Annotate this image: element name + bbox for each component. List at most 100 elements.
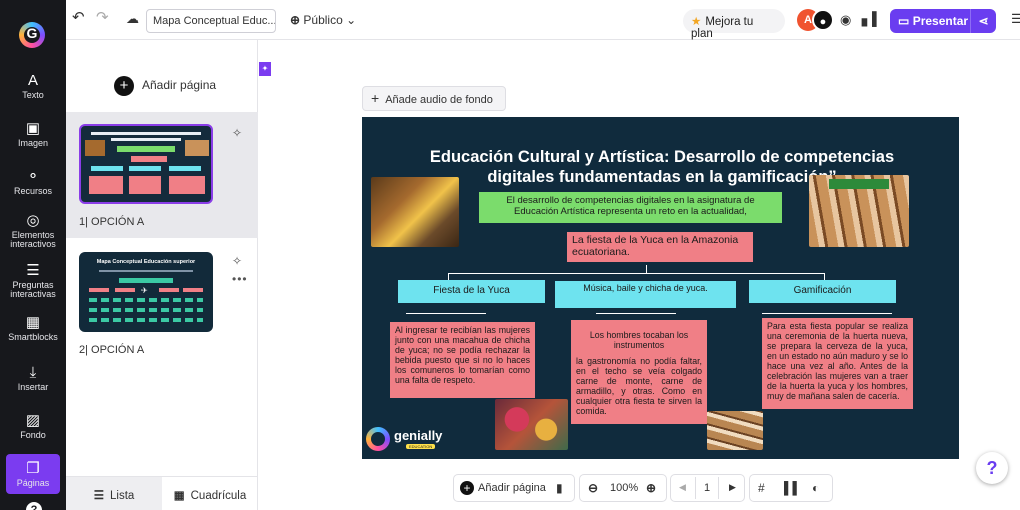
add-audio-button[interactable]: + Añade audio de fondo (362, 86, 506, 111)
rail-item-label: Smartblocks (8, 332, 58, 342)
genially-watermark-logo: genially EDUCATION (366, 427, 451, 453)
branch-text-3[interactable]: Para esta fiesta popular se realiza una … (762, 318, 913, 409)
help-icon[interactable]: ? (26, 502, 42, 510)
smartblocks-icon: ▦ (25, 314, 41, 331)
genially-logo[interactable]: G (19, 22, 45, 48)
plus-icon[interactable]: + (460, 481, 474, 495)
zoom-level[interactable]: 100% (610, 482, 638, 494)
logo-subtext: EDUCATION (406, 444, 436, 449)
view-tools-group: # ▌▌ ◐ (749, 474, 833, 502)
palette-icon[interactable]: ◐ (812, 481, 819, 495)
magic-wand-icon[interactable]: ✧ (232, 254, 242, 268)
sparkle-flag-icon[interactable]: ✦ (259, 62, 271, 76)
more-options-icon[interactable]: ••• (232, 272, 248, 286)
branch-fiesta-de-la-yuca[interactable]: Fiesta de la Yuca (398, 280, 545, 303)
visibility-dropdown[interactable]: ⊕ Público ⌄ (290, 13, 356, 27)
interactive-elements-icon: ◎ (26, 212, 40, 229)
text-icon: A (27, 72, 38, 89)
rail-item-texto[interactable]: A Texto (0, 72, 66, 100)
top-bar: ↶ ↷ ☁ Mapa Conceptual Educ... ⊕ Público … (66, 0, 1020, 40)
intro-box[interactable]: El desarrollo de competencias digitales … (479, 192, 782, 223)
branch-body: la gastronomía no podía faltar, en el te… (576, 356, 702, 416)
rail-item-label: Insertar (17, 382, 49, 392)
rail-item-fondo[interactable]: ▨ Fondo (0, 412, 66, 440)
present-button[interactable]: ▭ Presentar ⋖ (890, 9, 996, 33)
list-icon: ☰ (93, 490, 104, 502)
present-label: Presentar (912, 14, 969, 28)
insert-icon: ⤓ (29, 364, 37, 381)
list-view-label: Lista (110, 490, 135, 502)
page-thumbnail-1[interactable]: ✧ 1| OPCIÓN A (66, 112, 258, 238)
fiesta-crowd-photo[interactable] (495, 399, 568, 450)
add-page-button[interactable]: + Añadir página (114, 76, 216, 96)
preview-eye-icon[interactable]: ◉ (840, 12, 851, 28)
magic-wand-icon[interactable]: ✧ (232, 126, 242, 140)
visibility-label: Público (303, 13, 343, 27)
undo-icon[interactable]: ↶ (72, 8, 85, 26)
grid-view-label: Cuadrícula (190, 490, 247, 502)
branch-text-1[interactable]: Al ingresar te recibían las mujeres junt… (390, 322, 535, 398)
rail-item-label: Elementos interactivos (10, 230, 56, 249)
menu-icon[interactable]: ☰ (1011, 11, 1020, 27)
page-label: 2| OPCIÓN A (79, 344, 145, 356)
rail-item-preguntas-interactivas[interactable]: ☰ Preguntas interactivas (0, 262, 66, 299)
share-icon[interactable]: ⋖ (970, 9, 996, 33)
left-rail: G A Texto ▣ Imagen ⚬ Recursos ◎ Elemento… (0, 0, 66, 510)
list-view-button[interactable]: ☰ Lista (66, 477, 162, 510)
grid-guides-icon[interactable]: # (758, 481, 765, 495)
genially-logo-icon (366, 427, 390, 451)
branch-text-2[interactable]: Los hombres tocaban los instrumentos la … (571, 320, 707, 424)
connector-line (596, 313, 676, 314)
rail-item-recursos[interactable]: ⚬ Recursos (0, 168, 66, 196)
trash-icon[interactable]: ▮ (556, 481, 563, 495)
connector-line (448, 273, 824, 274)
branch-subtitle: Los hombres tocaban los instrumentos (589, 330, 689, 350)
slide-canvas[interactable]: Educación Cultural y Artística: Desarrol… (362, 117, 959, 459)
background-icon: ▨ (25, 412, 41, 429)
page-number[interactable]: 1 (695, 477, 719, 499)
add-page-label: Añadir página (142, 78, 217, 93)
project-title-input[interactable]: Mapa Conceptual Educ... (146, 9, 276, 33)
redo-icon[interactable]: ↷ (96, 8, 109, 26)
branch-musica-baile[interactable]: Música, baile y chicha de yuca. (555, 281, 736, 308)
grid-icon: ▦ (173, 490, 185, 502)
star-icon: ★ (691, 16, 702, 28)
rail-item-paginas[interactable]: ❐ Páginas (6, 454, 60, 494)
rail-item-label: Texto (22, 90, 44, 100)
columns-icon[interactable]: ▌▌ (784, 481, 801, 495)
rail-item-label: Recursos (13, 186, 52, 196)
logo-text: genially (394, 428, 443, 443)
rail-item-label: Preguntas interactivas (10, 280, 56, 299)
page-thumbnail-2[interactable]: Mapa Conceptual Educación superior ✈ ✧ •… (66, 246, 258, 366)
rail-item-imagen[interactable]: ▣ Imagen (0, 120, 66, 148)
view-toggle: ☰ Lista ▦ Cuadrícula (66, 476, 258, 510)
yuca-roots-photo[interactable] (809, 175, 909, 247)
chevron-down-icon: ⌄ (346, 13, 357, 27)
bottom-add-page-group: + Añadir página ▮ (453, 474, 575, 502)
pages-panel: + Añadir página ✧ 1| OPCIÓN A Mapa Conce… (66, 40, 258, 510)
improve-plan-button[interactable]: ★ Mejora tu plan (683, 9, 785, 40)
rail-item-insertar[interactable]: ⤓ Insertar (0, 364, 66, 392)
next-page-icon[interactable]: ▶ (729, 482, 736, 493)
page-preview: Mapa Conceptual Educación superior ✈ (79, 252, 213, 332)
stats-icon[interactable]: ▖▌ (862, 11, 881, 27)
avatar[interactable]: ● (812, 9, 834, 31)
help-button[interactable]: ? (976, 452, 1008, 484)
rail-item-elementos-interactivos[interactable]: ◎ Elementos interactivos (0, 212, 66, 249)
connector-line (762, 313, 892, 314)
bottom-add-page-button[interactable]: Añadir página (478, 482, 546, 494)
zoom-out-icon[interactable]: ⊖ (588, 481, 598, 495)
rail-item-smartblocks[interactable]: ▦ Smartblocks (0, 314, 66, 342)
branch-gamificacion[interactable]: Gamificación (749, 280, 896, 303)
resources-icon: ⚬ (26, 168, 40, 185)
fiesta-box[interactable]: La fiesta de la Yuca en la Amazonia ecua… (567, 232, 753, 262)
globe-icon: ⊕ (290, 13, 301, 27)
yuca-pile-photo[interactable] (707, 411, 763, 450)
yuca-preparation-photo[interactable] (371, 177, 459, 247)
zoom-in-icon[interactable]: ⊕ (646, 481, 656, 495)
thumb-title: Mapa Conceptual Educación superior (96, 259, 196, 265)
pages-icon: ❐ (26, 460, 40, 477)
rail-item-label: Fondo (20, 430, 46, 440)
grid-view-button[interactable]: ▦ Cuadrícula (162, 477, 258, 510)
prev-page-icon[interactable]: ◀ (679, 482, 686, 493)
